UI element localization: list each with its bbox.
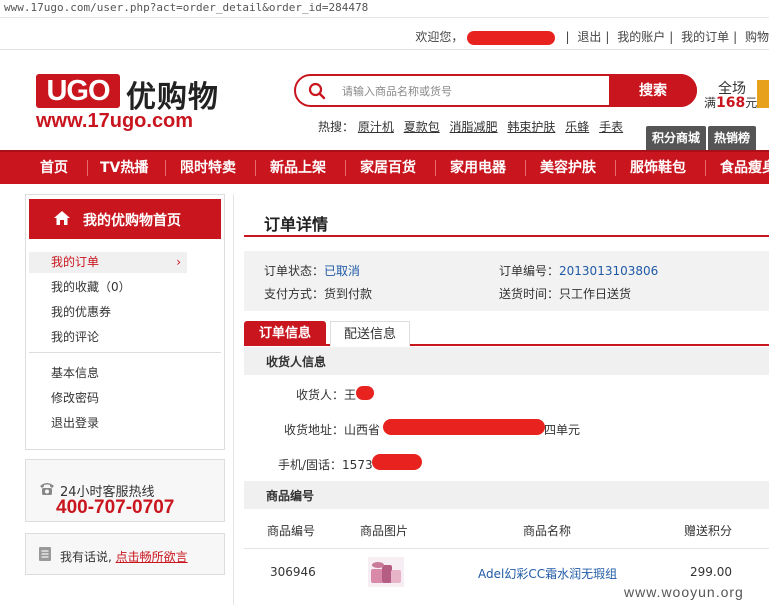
redacted-username [467,30,556,45]
welcome-text: 欢迎您， [415,30,464,44]
promo-badge [757,80,769,108]
note-icon [39,547,51,561]
title-underline [244,235,769,237]
page-title: 订单详情 [264,215,329,234]
logo-url: www.17ugo.com [36,110,194,132]
order-status: 订单状态：已取消 [264,264,361,278]
sidebar-item-favorites[interactable]: 我的收藏（0） [29,277,187,298]
consignee-name: 收货人：王 [296,388,357,402]
col-header-name: 商品名称 [523,524,572,538]
order-number-value: 2013013103806 [559,264,659,278]
nav-item-fashion[interactable]: 服饰鞋包 [630,152,686,184]
nav-item-food[interactable]: 食品瘦身 [720,152,769,184]
col-header-points: 赠送积分 [684,524,733,538]
search-input[interactable] [342,80,602,102]
sidebar-item-orders[interactable]: 我的订单 [29,252,187,273]
watermark-text: www.wooyun.org [624,584,744,600]
hot-term-link[interactable]: 乐蜂 [565,120,589,134]
product-name-link[interactable]: Adel幻彩CC霜水润无瑕组 [478,565,617,582]
payment-method: 支付方式：货到付款 [264,287,373,301]
home-icon [54,211,70,225]
col-header-image: 商品图片 [360,524,409,538]
table-cell-sku: 306946 [270,565,316,579]
points-mall-tab[interactable]: 积分商城 [646,126,707,150]
order-status-value: 已取消 [324,264,361,278]
sidebar-item-basic-info[interactable]: 基本信息 [29,363,187,384]
logout-link[interactable]: 退出 [577,28,601,45]
nav-item-flash-sale[interactable]: 限时特卖 [180,152,236,184]
search-box: 搜索 [294,74,697,107]
hot-term-link[interactable]: 夏款包 [404,120,440,134]
order-summary: 订单状态：已取消 订单编号：2013013103806 支付方式：货到付款 送货… [244,251,769,311]
content-divider [233,194,234,605]
nav-item-appliances[interactable]: 家用电器 [450,152,506,184]
cart-link[interactable]: 购物 [745,28,769,45]
my-orders-link[interactable]: 我的订单 [681,28,729,45]
url-text: www.17ugo.com/user.php?act=order_detail&… [4,1,369,14]
sidebar-item-change-password[interactable]: 修改密码 [29,388,187,409]
delivery-time: 送货时间：只工作日送货 [499,287,632,301]
redacted-phone [372,454,422,470]
nav-item-home-goods[interactable]: 家居百货 [360,152,416,184]
feedback-link[interactable]: 点击畅所欲言 [116,550,188,564]
feedback-text: 我有话说, [60,550,112,564]
hot-term-link[interactable]: 手表 [599,120,623,134]
browser-address-bar[interactable]: www.17ugo.com/user.php?act=order_detail&… [0,0,769,18]
hot-term-link[interactable]: 消脂减肥 [450,120,498,134]
consignee-section-header: 收货人信息 [244,347,769,375]
feedback-box: 我有话说, 点击畅所欲言 [25,533,225,575]
order-number: 订单编号：2013013103806 [499,264,659,278]
search-button[interactable]: 搜索 [609,74,697,107]
hot-label: 热搜： [318,120,355,134]
address-suffix: 四单元 [544,423,581,437]
sidebar-item-logout[interactable]: 退出登录 [29,413,187,434]
hot-searches: 热搜： 原汁机 夏款包 消脂减肥 韩束护肤 乐蜂 手表 [318,118,629,135]
nav-item-tv[interactable]: TV热播 [100,152,148,184]
promo-tabs: 积分商城 热销榜 [646,126,758,150]
top-links: 欢迎您， | 退出 | 我的账户 | 我的订单 | 购物 [415,28,769,45]
goods-section-header: 商品编号 [244,481,769,509]
sidebar-home-label: 我的优购物首页 [83,213,181,229]
logo-ugo-mark: UGO [36,74,120,108]
phone-icon [40,483,54,495]
table-divider [244,548,769,549]
my-account-link[interactable]: 我的账户 [617,28,665,45]
search-icon [308,82,326,100]
col-header-sku: 商品编号 [267,524,316,538]
sidebar-item-reviews[interactable]: 我的评论 [29,327,187,348]
table-cell-points: 299.00 [690,565,732,579]
nav-item-new[interactable]: 新品上架 [270,152,326,184]
redacted-name [356,386,374,400]
redacted-address [383,419,545,435]
hotline-number: 400-707-0707 [56,497,175,518]
consignee-address: 收货地址：山西省 [284,423,381,437]
nav-item-beauty[interactable]: 美容护肤 [540,152,596,184]
nav-item-home[interactable]: 首页 [40,152,68,184]
hot-term-link[interactable]: 韩束护肤 [507,120,555,134]
free-shipping-promo[interactable]: 全场 满168元 [700,78,769,111]
consignee-phone: 手机/固话：1573 [278,458,373,472]
detail-tabs: 订单信息 配送信息 [244,321,769,346]
main-nav: 首页 TV热播 限时特卖 新品上架 家居百货 家用电器 美容护肤 服饰鞋包 食品… [0,150,769,184]
customer-hotline: 24小时客服热线 400-707-0707 [25,459,225,522]
promo-amount: 168 [716,95,746,111]
sidebar-home-link[interactable]: 我的优购物首页 [29,199,221,239]
bestseller-tab[interactable]: 热销榜 [708,126,757,150]
sidebar-item-coupons[interactable]: 我的优惠券 [29,302,187,323]
promo-line2: 满168元 [704,95,758,111]
hot-term-link[interactable]: 原汁机 [358,120,394,134]
tab-delivery-info[interactable]: 配送信息 [330,321,410,346]
tab-order-info[interactable]: 订单信息 [244,321,326,346]
top-utility-bar: 欢迎您， | 退出 | 我的账户 | 我的订单 | 购物 [0,22,769,50]
product-thumbnail[interactable] [368,557,404,587]
